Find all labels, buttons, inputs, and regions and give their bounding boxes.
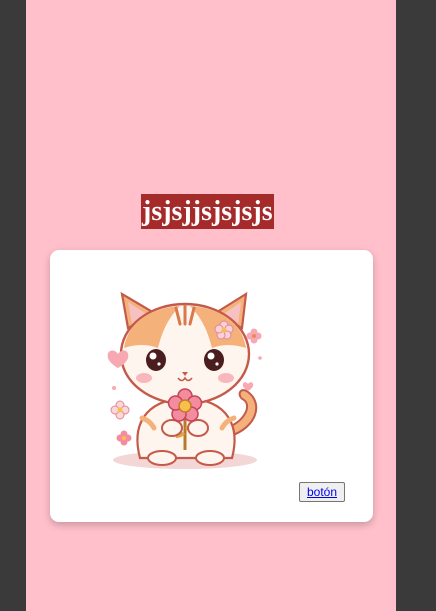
page-container: jsjsjjsjsjsjs botón xyxy=(26,0,396,611)
cat-illustration xyxy=(88,288,286,486)
cat-flower-icon xyxy=(107,291,262,469)
action-button[interactable]: botón xyxy=(299,482,346,502)
content-card: botón xyxy=(50,250,373,522)
page-title: jsjsjjsjsjsjs xyxy=(141,194,274,229)
